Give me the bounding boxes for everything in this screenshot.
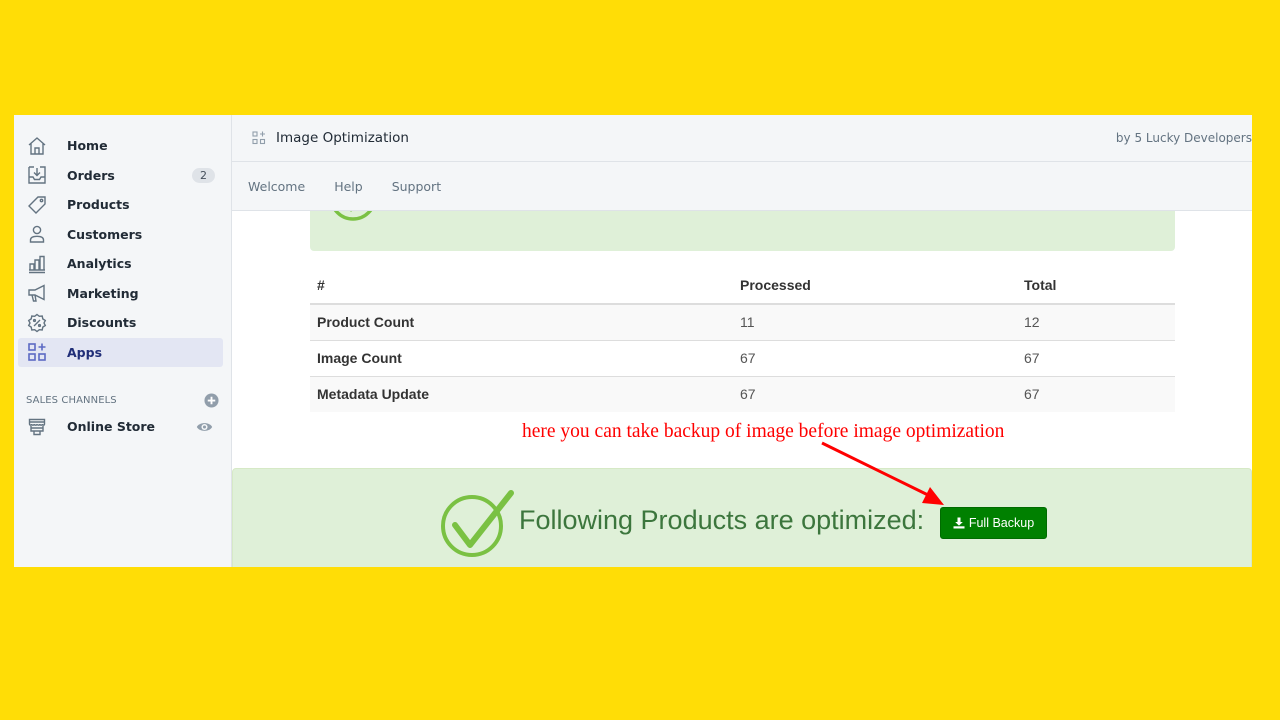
developer-byline: by 5 Lucky Developers xyxy=(1115,131,1252,145)
annotation-arrow-icon xyxy=(821,441,944,505)
sidebar-item-label: Discounts xyxy=(67,315,137,331)
sales-channels-list: Online Store xyxy=(14,412,231,442)
total-value: 67 xyxy=(1017,375,1175,412)
table-header-row: # Processed Total xyxy=(310,267,1175,305)
app-title: Image Optimization xyxy=(276,130,409,146)
total-value: 67 xyxy=(1017,339,1175,376)
check-circle-icon xyxy=(441,490,514,557)
total-value: 12 xyxy=(1017,303,1175,340)
row-label: Image Count xyxy=(310,339,733,376)
plus-circle-icon[interactable] xyxy=(203,392,219,408)
app-tabs: Welcome Help Support xyxy=(232,162,1252,211)
tab-welcome[interactable]: Welcome xyxy=(248,179,305,194)
sidebar-item-home[interactable]: Home xyxy=(18,131,223,161)
table-row: Metadata Update 67 67 xyxy=(310,375,1175,412)
orders-count-badge: 2 xyxy=(192,167,215,183)
sidebar-item-analytics[interactable]: Analytics xyxy=(18,249,223,279)
person-icon xyxy=(26,223,48,245)
sidebar-item-label: Analytics xyxy=(67,256,132,272)
home-icon xyxy=(26,135,48,157)
sidebar-item-label: Online Store xyxy=(67,419,156,435)
tag-icon xyxy=(26,194,48,216)
sidebar-item-products[interactable]: Products xyxy=(18,190,223,220)
table-row: Product Count 11 12 xyxy=(310,303,1175,340)
column-header: Processed xyxy=(733,267,1017,305)
sidebar-item-apps[interactable]: Apps xyxy=(18,337,223,367)
full-backup-label: Full Backup xyxy=(968,516,1035,530)
sales-channels-header: SALES CHANNELS xyxy=(26,392,219,408)
annotation-text: here you can take backup of image before… xyxy=(522,421,1005,442)
sidebar-item-label: Marketing xyxy=(67,285,139,301)
sidebar-item-label: Orders xyxy=(67,167,115,183)
sidebar-item-customers[interactable]: Customers xyxy=(18,220,223,250)
sidebar-item-orders[interactable]: Orders 2 xyxy=(18,161,223,191)
sidebar-nav: Home Orders 2 Products Customers Analyti… xyxy=(14,115,231,367)
tab-support[interactable]: Support xyxy=(392,179,441,194)
row-label: Metadata Update xyxy=(310,375,733,412)
sales-channels-heading: SALES CHANNELS xyxy=(26,394,117,406)
store-icon xyxy=(26,416,48,438)
sidebar-item-label: Customers xyxy=(67,226,143,242)
tab-help[interactable]: Help xyxy=(334,179,363,194)
sidebar: Home Orders 2 Products Customers Analyti… xyxy=(14,115,232,567)
apps-icon xyxy=(252,131,266,145)
sidebar-item-label: Apps xyxy=(67,344,103,360)
sidebar-item-online-store[interactable]: Online Store xyxy=(18,412,223,442)
app-window: Home Orders 2 Products Customers Analyti… xyxy=(14,115,1252,567)
processed-value: 11 xyxy=(733,303,1017,340)
app-header: Image Optimization by 5 Lucky Developers xyxy=(232,115,1252,162)
orders-icon xyxy=(26,164,48,186)
sidebar-item-label: Home xyxy=(67,138,108,154)
page-body: # Processed Total Product Count 11 12 Im… xyxy=(232,171,1252,567)
processed-value: 67 xyxy=(733,339,1017,376)
apps-icon xyxy=(26,341,48,363)
download-icon xyxy=(953,517,965,529)
eye-icon[interactable] xyxy=(195,418,213,436)
optimization-stats-table: # Processed Total Product Count 11 12 Im… xyxy=(310,267,1175,412)
sidebar-item-label: Products xyxy=(67,197,130,213)
processed-value: 67 xyxy=(733,375,1017,412)
megaphone-icon xyxy=(26,282,48,304)
sidebar-item-discounts[interactable]: Discounts xyxy=(18,308,223,338)
row-label: Product Count xyxy=(310,303,733,340)
column-header: # xyxy=(310,267,733,305)
table-row: Image Count 67 67 xyxy=(310,339,1175,376)
main-content: Image Optimization by 5 Lucky Developers… xyxy=(232,115,1252,567)
column-header: Total xyxy=(1017,267,1175,305)
bar-chart-icon xyxy=(26,253,48,275)
discount-icon xyxy=(26,312,48,334)
sidebar-item-marketing[interactable]: Marketing xyxy=(18,279,223,309)
optimized-banner: Following Products are optimized: Full B… xyxy=(232,468,1252,567)
